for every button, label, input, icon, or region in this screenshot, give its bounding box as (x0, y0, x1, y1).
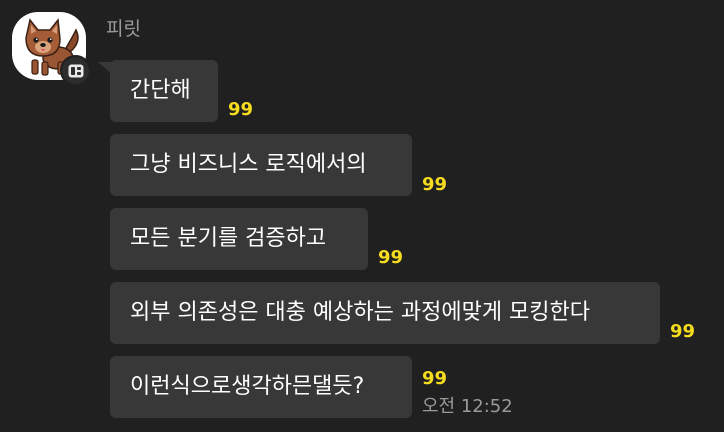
message-text: 외부 의존성은 대충 예상하는 과정에맞게 모킹한다 (130, 300, 591, 325)
message-text: 그냥 비즈니스 로직에서의 (130, 152, 367, 177)
message-bubble[interactable]: 그냥 비즈니스 로직에서의 (110, 134, 412, 196)
message-text: 간단해 (130, 78, 191, 103)
unread-count: 99 (378, 247, 404, 268)
message-bubble[interactable]: 이런식으로생각하믄댈듯? (110, 356, 412, 418)
unread-count: 99 (422, 368, 448, 389)
unread-count: 99 (228, 99, 254, 120)
chat-message-group: 피릿 간단해 99 그냥 비즈니스 로직에서의 99 모든 분기를 검증하고 9… (0, 0, 724, 432)
message-bubble[interactable]: 외부 의존성은 대충 예상하는 과정에맞게 모킹한다 (110, 282, 660, 344)
message-text: 이런식으로생각하믄댈듯? (130, 374, 365, 399)
message-timestamp: 오전 12:52 (422, 396, 513, 417)
unread-count: 99 (422, 174, 448, 195)
message-bubble[interactable]: 간단해 (110, 60, 218, 122)
unread-count: 99 (670, 321, 696, 342)
profile-badge-icon[interactable] (60, 55, 91, 86)
sender-name[interactable]: 피릿 (106, 15, 141, 43)
message-bubble[interactable]: 모든 분기를 검증하고 (110, 208, 368, 270)
message-text: 모든 분기를 검증하고 (130, 226, 327, 251)
